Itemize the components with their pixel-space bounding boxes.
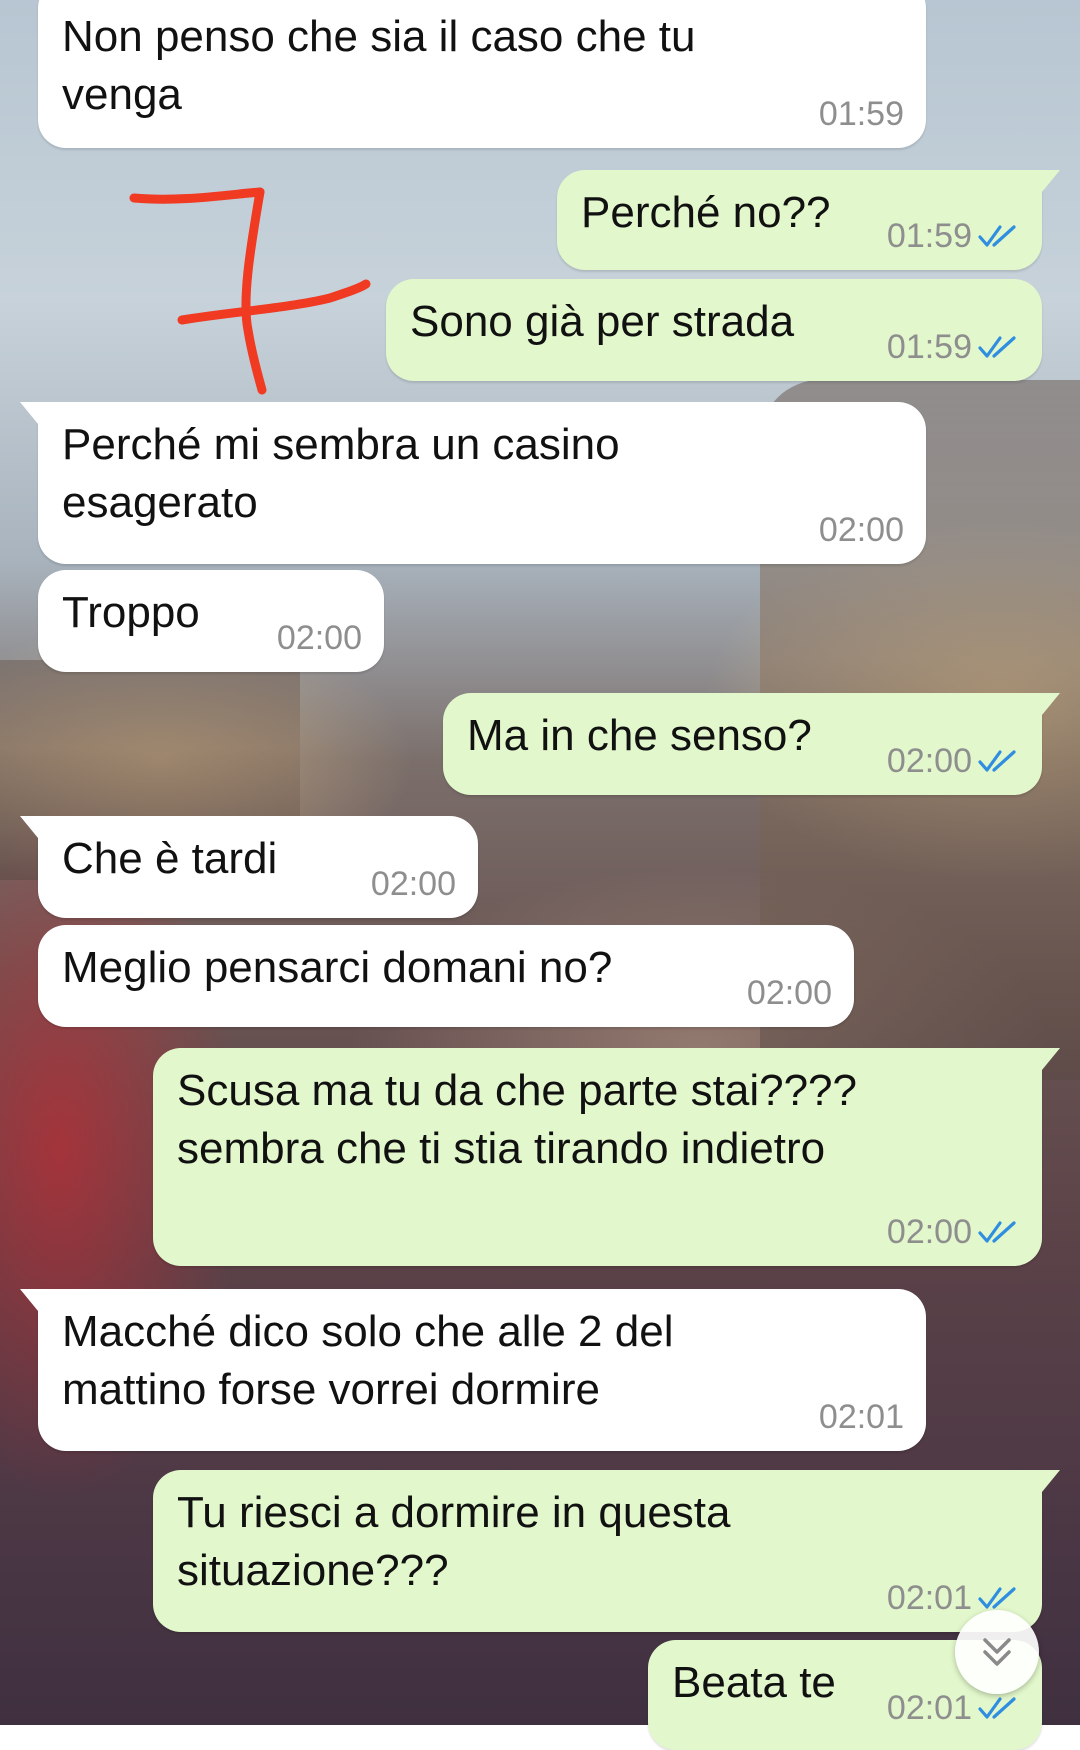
message-incoming[interactable]: Che è tardi 02:00 (20, 816, 478, 918)
message-time: 02:00 (886, 742, 972, 780)
message-time: 02:01 (818, 1398, 904, 1436)
message-meta: 02:00 (747, 973, 832, 1013)
message-meta: 02:00 (277, 618, 362, 658)
message-time: 01:59 (818, 95, 904, 133)
double-check-icon (978, 225, 1016, 247)
message-meta: 02:00 (887, 741, 1020, 781)
message-time: 02:00 (370, 865, 456, 903)
double-check-icon (978, 1697, 1016, 1719)
message-text: Perché mi sembra un casino esagerato (62, 420, 620, 527)
double-check-icon (978, 336, 1016, 358)
message-time: 01:59 (886, 328, 972, 366)
message-time: 02:00 (818, 511, 904, 549)
message-incoming[interactable]: Perché mi sembra un casino esagerato 02:… (20, 402, 926, 564)
message-outgoing[interactable]: Sono già per strada 01:59 (386, 279, 1042, 381)
message-meta: 01:59 (887, 327, 1020, 367)
message-meta: 02:01 (819, 1397, 904, 1437)
message-outgoing[interactable]: Scusa ma tu da che parte stai???? sembra… (153, 1048, 1060, 1266)
message-text: Scusa ma tu da che parte stai???? sembra… (177, 1066, 857, 1173)
message-time: 02:00 (746, 974, 832, 1012)
message-incoming[interactable]: Meglio pensarci domani no? 02:00 (38, 925, 854, 1027)
message-text: Non penso che sia il caso che tu venga (62, 12, 696, 119)
double-check-icon (978, 750, 1016, 772)
double-chevron-down-icon (983, 1638, 1011, 1666)
message-text: Meglio pensarci domani no? (62, 943, 613, 992)
message-outgoing[interactable]: Ma in che senso? 02:00 (443, 693, 1060, 795)
message-time: 02:00 (886, 1213, 972, 1251)
message-meta: 01:59 (887, 216, 1020, 256)
message-time: 01:59 (886, 217, 972, 255)
message-text: Macché dico solo che alle 2 del mattino … (62, 1307, 674, 1414)
message-meta: 02:00 (887, 1212, 1020, 1252)
message-meta: 01:59 (819, 94, 904, 134)
message-time: 02:00 (276, 619, 362, 657)
message-outgoing[interactable]: Perché no?? 01:59 (557, 170, 1060, 270)
message-time: 02:01 (886, 1689, 972, 1727)
double-check-icon (978, 1587, 1016, 1609)
scroll-to-bottom-button[interactable] (955, 1610, 1039, 1694)
message-incoming[interactable]: Macché dico solo che alle 2 del mattino … (20, 1289, 926, 1451)
red-scribble-annotation (129, 187, 371, 395)
message-time: 02:01 (886, 1579, 972, 1617)
double-check-icon (978, 1221, 1016, 1243)
message-incoming[interactable]: Non penso che sia il caso che tu venga 0… (38, 0, 926, 148)
message-meta: 02:00 (371, 864, 456, 904)
message-incoming[interactable]: Troppo 02:00 (38, 570, 384, 672)
message-outgoing[interactable]: Tu riesci a dormire in questa situazione… (153, 1470, 1060, 1632)
message-meta: 02:01 (887, 1688, 1020, 1728)
message-meta: 02:00 (819, 510, 904, 550)
